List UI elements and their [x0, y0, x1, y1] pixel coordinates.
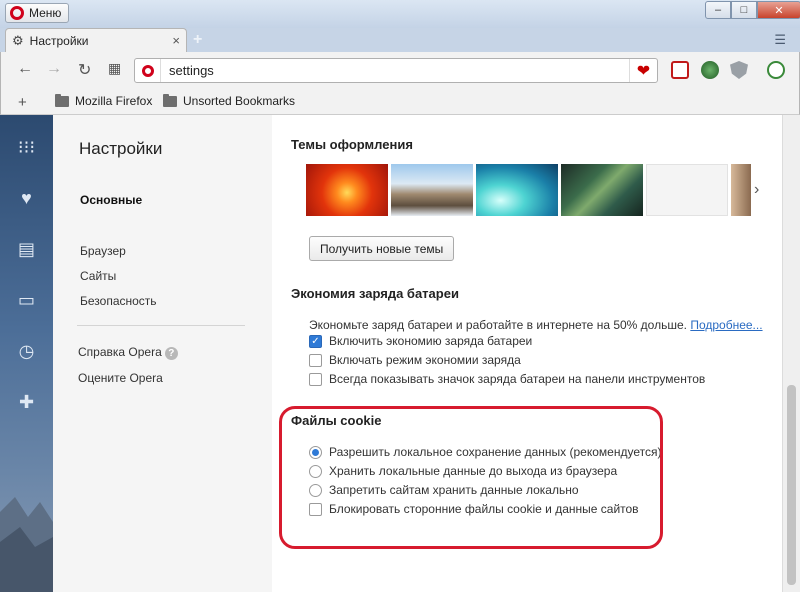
nav-item-browser[interactable]: Браузер [80, 244, 126, 258]
battery-mode-checkbox[interactable] [309, 353, 322, 367]
help-question-icon: ? [164, 347, 178, 360]
settings-content: Темы оформления ‹ › Получить новые темы … [272, 115, 782, 592]
theme-thumbnail[interactable] [476, 164, 558, 216]
close-tab-icon[interactable]: × [172, 33, 180, 48]
address-bar: ❤ [134, 58, 658, 83]
window-controls: – □ ✕ [705, 1, 800, 19]
navigation-bar: ← → ↻ ▦ ❤ [0, 52, 800, 88]
minimize-button[interactable]: – [705, 1, 731, 19]
help-label: Справка Opera [78, 345, 162, 359]
cookie-allow-radio[interactable] [309, 445, 322, 459]
tab-menu-icon[interactable]: ☰ [774, 32, 786, 48]
cookie-block-radio[interactable] [309, 483, 322, 497]
settings-title: Настройки [79, 139, 163, 158]
cookies-heading: Файлы cookie [291, 413, 382, 428]
extension-globe-icon[interactable] [701, 61, 719, 79]
battery-heading: Экономия заряда батареи [291, 286, 459, 301]
extensions-icon[interactable]: ✚ [0, 392, 53, 413]
devices-icon[interactable]: ▭ [0, 290, 53, 311]
battery-saver-checkbox[interactable]: ✓ [309, 334, 322, 348]
option-label: Хранить локальные данные до выхода из бр… [329, 464, 618, 478]
battery-description: Экономьте заряд батареи и работайте в ин… [309, 318, 763, 332]
back-button[interactable]: ← [17, 60, 33, 78]
sidebar-background-image [0, 497, 53, 592]
scrollbar-thumb[interactable] [787, 385, 796, 585]
nav-item-basic[interactable]: Основные [80, 193, 142, 207]
forward-button[interactable]: → [46, 60, 62, 78]
maximize-button[interactable]: □ [731, 1, 757, 19]
history-icon[interactable]: ◷ [0, 341, 53, 362]
nav-separator [77, 325, 245, 326]
cookie-allow-radio-row[interactable]: Разрешить локальное сохранение данных (р… [309, 445, 661, 459]
cookie-block-radio-row[interactable]: Запретить сайтам хранить данные локально [309, 483, 579, 497]
bookmark-heart-icon[interactable]: ❤ [629, 59, 657, 82]
menu-label: Меню [29, 6, 62, 20]
themes-heading: Темы оформления [291, 137, 413, 152]
theme-thumbnail[interactable] [391, 164, 473, 216]
nav-item-security[interactable]: Безопасность [80, 294, 157, 308]
option-label: Всегда показывать значок заряда батареи … [329, 372, 706, 386]
get-new-themes-button[interactable]: Получить новые темы [309, 236, 455, 261]
vertical-scrollbar[interactable] [782, 115, 800, 592]
bookmark-folder-unsorted[interactable]: Unsorted Bookmarks [163, 93, 296, 108]
option-label: Включать режим экономии заряда [329, 353, 521, 367]
add-bookmark-button[interactable]: + [18, 94, 27, 111]
battery-saver-checkbox-row[interactable]: ✓ Включить экономию заряда батареи [309, 334, 532, 348]
left-sidebar: ⁝⁝⁝ ♥ ▤ ▭ ◷ ✚ [0, 115, 53, 592]
gear-icon: ⚙ [12, 32, 24, 48]
close-window-button[interactable]: ✕ [757, 1, 800, 19]
option-label: Разрешить локальное сохранение данных (р… [329, 445, 662, 459]
opera-logo-icon [10, 6, 24, 20]
cookie-session-radio[interactable] [309, 464, 322, 478]
heart-icon[interactable]: ♥ [0, 188, 53, 209]
speed-dial-icon[interactable]: ⁝⁝⁝ [0, 137, 53, 158]
battery-more-link[interactable]: Подробнее... [690, 318, 762, 332]
tab-strip: ⚙ Настройки × + ☰ [0, 28, 800, 52]
folder-icon [55, 93, 69, 107]
block-third-party-checkbox[interactable] [309, 502, 322, 516]
battery-icon-checkbox-row[interactable]: Всегда показывать значок заряда батареи … [309, 372, 705, 386]
bookmark-label: Mozilla Firefox [75, 94, 153, 108]
new-tab-button[interactable]: + [193, 31, 202, 49]
nav-rate-link[interactable]: Оцените Opera [78, 371, 163, 385]
opera-page-icon [135, 59, 161, 82]
extension-notes-icon[interactable] [671, 61, 689, 79]
download-icon[interactable] [767, 61, 785, 79]
battery-description-text: Экономьте заряд батареи и работайте в ин… [309, 318, 687, 332]
theme-thumbnail[interactable] [306, 164, 388, 216]
battery-mode-checkbox-row[interactable]: Включать режим экономии заряда [309, 353, 521, 367]
block-third-party-checkbox-row[interactable]: Блокировать сторонние файлы cookie и дан… [309, 502, 639, 516]
theme-thumbnail[interactable] [561, 164, 643, 216]
bookmark-label: Unsorted Bookmarks [183, 94, 296, 108]
tab-settings[interactable]: ⚙ Настройки × [5, 28, 187, 52]
reload-button[interactable]: ↻ [78, 60, 91, 80]
nav-item-sites[interactable]: Сайты [80, 269, 116, 283]
option-label: Запретить сайтам хранить данные локально [329, 483, 579, 497]
speed-dial-button[interactable]: ▦ [108, 60, 121, 77]
settings-navigation: Настройки Основные Браузер Сайты Безопас… [53, 115, 272, 592]
themes-next-arrow-icon[interactable]: › [754, 181, 759, 199]
option-label: Включить экономию заряда батареи [329, 334, 533, 348]
bookmark-folder-firefox[interactable]: Mozilla Firefox [55, 93, 153, 108]
title-bar: Меню – □ ✕ [0, 0, 800, 28]
folder-icon [163, 93, 177, 107]
news-icon[interactable]: ▤ [0, 239, 53, 260]
theme-thumbnail[interactable] [731, 164, 751, 216]
opera-menu-button[interactable]: Меню [5, 3, 70, 23]
tab-title: Настройки [29, 33, 89, 48]
option-label: Блокировать сторонние файлы cookie и дан… [329, 502, 639, 516]
battery-icon-checkbox[interactable] [309, 372, 322, 386]
cookie-session-radio-row[interactable]: Хранить локальные данные до выхода из бр… [309, 464, 617, 478]
extension-shield-icon[interactable] [730, 61, 748, 79]
themes-gallery [306, 164, 751, 216]
theme-thumbnail[interactable] [646, 164, 728, 216]
nav-help-link[interactable]: Справка Opera? [78, 345, 178, 360]
url-input[interactable] [161, 63, 629, 78]
bookmarks-bar: + Mozilla Firefox Unsorted Bookmarks [0, 88, 800, 115]
